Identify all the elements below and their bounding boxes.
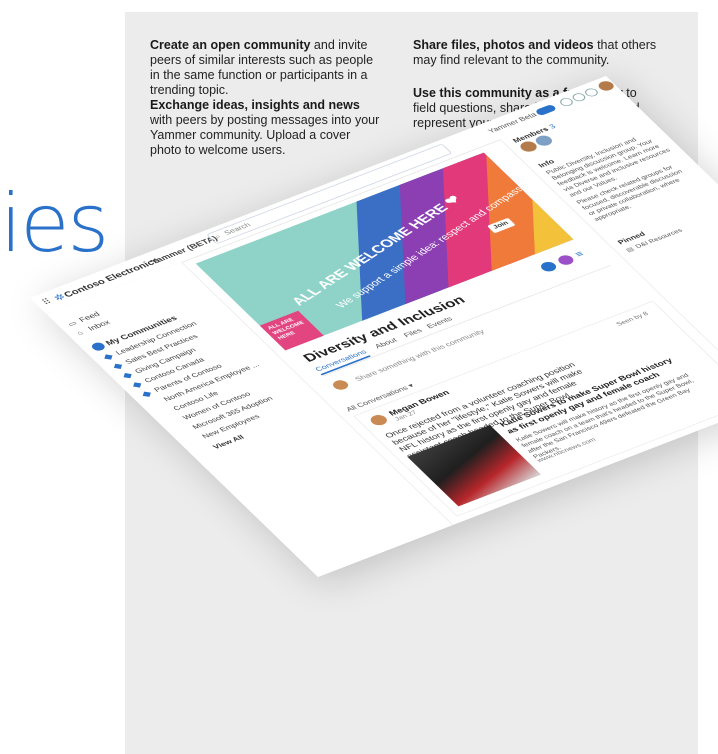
community-heart-icon (113, 363, 123, 369)
beta-toggle[interactable] (534, 103, 558, 117)
tab-files[interactable]: Files (402, 327, 424, 339)
inbox-icon: ⌂ (74, 329, 86, 337)
feature-bold: Exchange ideas, insights and news (150, 98, 360, 112)
community-action-icon[interactable] (538, 260, 559, 274)
feature-exchange-ideas: Exchange ideas, insights and news with p… (150, 98, 380, 158)
community-heart-icon (133, 382, 142, 388)
avatar (330, 378, 351, 392)
page-title-fragment: ies (0, 177, 109, 270)
community-heart-icon (142, 391, 151, 397)
nav-view-all[interactable]: View All (211, 434, 246, 451)
community-heart-icon (123, 373, 132, 379)
feature-bold: Create an open community (150, 38, 311, 52)
list-icon[interactable]: ≡ (573, 249, 587, 259)
feature-bold: Share files, photos and videos (413, 38, 594, 52)
pinned-item[interactable]: D&I Resources (634, 204, 718, 250)
chevron-down-icon: ▾ (406, 382, 416, 390)
feature-share-files: Share files, photos and videos that othe… (413, 38, 663, 68)
avatar[interactable] (367, 413, 390, 428)
pin-icon: ▤ (624, 246, 636, 254)
search-placeholder: Search (222, 221, 253, 237)
search-icon: ⌕ (212, 232, 223, 241)
community-heart-icon (104, 354, 113, 360)
feature-open-community: Create an open community and invite peer… (150, 38, 380, 98)
feature-text: with peers by posting messages into your… (150, 113, 380, 157)
community-action-icon[interactable] (555, 253, 577, 267)
communities-icon (89, 341, 108, 353)
feed-icon: ▭ (65, 319, 79, 328)
seen-count: Seen by 8 (615, 311, 651, 328)
app-launcher-icon[interactable]: ⠿ (40, 297, 54, 307)
